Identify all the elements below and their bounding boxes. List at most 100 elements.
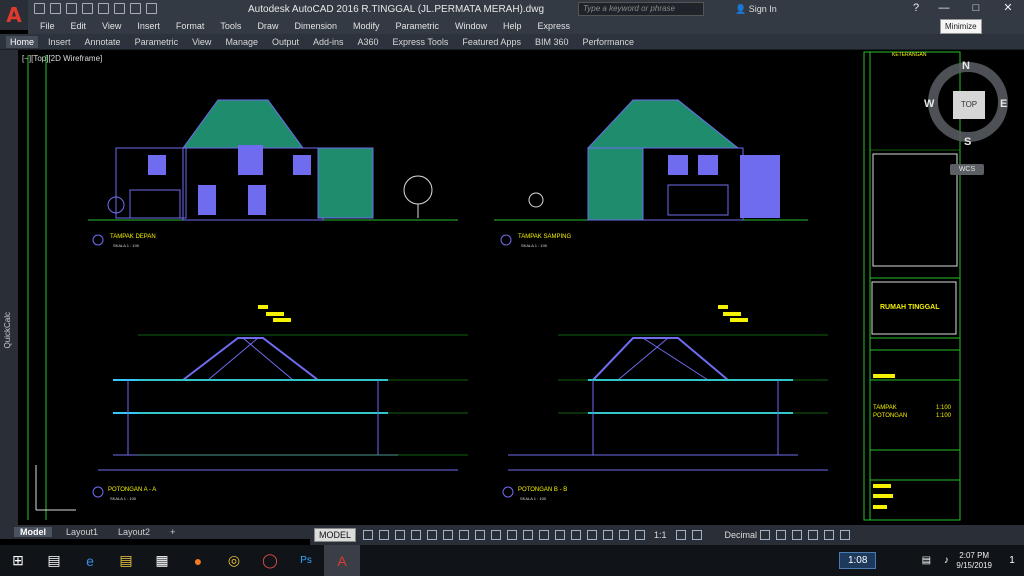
volume-icon[interactable]: ♪ bbox=[936, 545, 956, 576]
new-icon[interactable] bbox=[34, 3, 45, 14]
menu-edit[interactable]: Edit bbox=[71, 21, 87, 31]
clock[interactable]: 2:07 PM 9/15/2019 bbox=[956, 551, 992, 571]
workspace-gear-icon[interactable] bbox=[675, 530, 686, 540]
selection-filter-icon[interactable] bbox=[587, 530, 598, 540]
plus-icon[interactable] bbox=[691, 530, 702, 540]
close-button[interactable]: ✕ bbox=[992, 0, 1024, 18]
undo-icon[interactable] bbox=[130, 3, 141, 14]
tab-performance[interactable]: Performance bbox=[582, 37, 634, 47]
quickcalc-palette[interactable]: QuickCalc bbox=[0, 50, 18, 525]
edge-icon[interactable]: e bbox=[72, 545, 108, 576]
tab-express-tools[interactable]: Express Tools bbox=[393, 37, 449, 47]
customization-icon[interactable] bbox=[840, 530, 851, 540]
snap-icon[interactable] bbox=[379, 530, 390, 540]
model-space-button[interactable]: MODEL bbox=[314, 528, 357, 542]
viewcube-east[interactable]: E bbox=[1000, 98, 1007, 110]
help-search-input[interactable]: Type a keyword or phrase bbox=[578, 2, 704, 16]
tab-layout1[interactable]: Layout1 bbox=[60, 527, 104, 537]
3d-osnap-icon[interactable] bbox=[555, 530, 566, 540]
infer-constraints-icon[interactable] bbox=[395, 530, 406, 540]
start-icon[interactable]: ⊞ bbox=[0, 545, 36, 576]
drawing-canvas[interactable]: [−][Top][2D Wireframe] TAMPAK DEPAN SKAL… bbox=[18, 50, 1024, 525]
tab-layout2[interactable]: Layout2 bbox=[112, 527, 156, 537]
menu-dimension[interactable]: Dimension bbox=[294, 21, 337, 31]
add-layout-button[interactable]: + bbox=[164, 527, 181, 537]
units-dropdown[interactable]: Decimal bbox=[725, 530, 758, 540]
tab-model[interactable]: Model bbox=[14, 527, 52, 537]
save-icon[interactable] bbox=[66, 3, 77, 14]
photoshop-icon[interactable]: Ps bbox=[288, 545, 324, 576]
scale-section-b: SKALA 1 : 100 bbox=[520, 496, 547, 501]
annotation-visibility-icon[interactable] bbox=[619, 530, 630, 540]
print-icon[interactable] bbox=[98, 3, 109, 14]
open-icon[interactable] bbox=[50, 3, 61, 14]
lineweight-icon[interactable] bbox=[507, 530, 518, 540]
store-icon[interactable]: ▦ bbox=[144, 545, 180, 576]
tab-parametric[interactable]: Parametric bbox=[135, 37, 179, 47]
annotation-scale[interactable]: 1:1 bbox=[654, 530, 667, 540]
object-snap-tracking-icon[interactable] bbox=[475, 530, 486, 540]
notification-icon[interactable]: 1 bbox=[1000, 545, 1024, 576]
gizmo-icon[interactable] bbox=[603, 530, 614, 540]
menu-draw[interactable]: Draw bbox=[257, 21, 278, 31]
help-icon[interactable]: ? bbox=[904, 0, 928, 18]
menu-help[interactable]: Help bbox=[503, 21, 522, 31]
time-widget[interactable]: 1:08 bbox=[838, 552, 877, 569]
autocad-taskbar-icon[interactable]: A bbox=[324, 545, 360, 576]
tab-a360[interactable]: A360 bbox=[358, 37, 379, 47]
menu-window[interactable]: Window bbox=[455, 21, 487, 31]
polar-tracking-icon[interactable] bbox=[443, 530, 454, 540]
menu-view[interactable]: View bbox=[102, 21, 121, 31]
tab-bim-360[interactable]: BIM 360 bbox=[535, 37, 569, 47]
redo-icon[interactable] bbox=[146, 3, 157, 14]
label-tampak-depan: TAMPAK DEPAN bbox=[110, 234, 156, 240]
menu-parametric[interactable]: Parametric bbox=[396, 21, 440, 31]
tab-insert[interactable]: Insert bbox=[48, 37, 71, 47]
application-menu-button[interactable]: A bbox=[0, 0, 28, 30]
clean-screen-icon[interactable] bbox=[824, 530, 835, 540]
minimize-button[interactable]: — bbox=[928, 0, 960, 18]
tab-add-ins[interactable]: Add-ins bbox=[313, 37, 344, 47]
chrome-icon[interactable]: ◎ bbox=[216, 545, 252, 576]
object-snap-icon[interactable] bbox=[491, 530, 502, 540]
menu-format[interactable]: Format bbox=[176, 21, 205, 31]
task-view-icon[interactable]: ▤ bbox=[36, 545, 72, 576]
auto-scale-icon[interactable] bbox=[635, 530, 646, 540]
hardware-acceleration-icon[interactable] bbox=[808, 530, 819, 540]
maximize-button[interactable]: □ bbox=[960, 0, 992, 18]
quick-properties-icon[interactable] bbox=[760, 530, 771, 540]
menu-insert[interactable]: Insert bbox=[137, 21, 160, 31]
plot-icon[interactable] bbox=[114, 3, 125, 14]
menu-express[interactable]: Express bbox=[538, 21, 571, 31]
menu-modify[interactable]: Modify bbox=[353, 21, 380, 31]
viewcube-west[interactable]: W bbox=[924, 98, 934, 110]
isometric-icon[interactable] bbox=[459, 530, 470, 540]
firefox-icon[interactable]: ● bbox=[180, 545, 216, 576]
viewcube-north[interactable]: N bbox=[962, 60, 970, 72]
transparency-icon[interactable] bbox=[523, 530, 534, 540]
network-icon[interactable]: ▤ bbox=[916, 545, 936, 576]
tab-featured-apps[interactable]: Featured Apps bbox=[462, 37, 521, 47]
wcs-menu[interactable]: WCS bbox=[950, 164, 984, 175]
sign-in-label: Sign In bbox=[748, 4, 777, 14]
tab-home[interactable]: Home bbox=[6, 35, 39, 48]
tab-view[interactable]: View bbox=[192, 37, 211, 47]
menu-tools[interactable]: Tools bbox=[220, 21, 241, 31]
isolate-objects-icon[interactable] bbox=[792, 530, 803, 540]
tab-manage[interactable]: Manage bbox=[225, 37, 258, 47]
tab-output[interactable]: Output bbox=[272, 37, 299, 47]
lock-ui-icon[interactable] bbox=[776, 530, 787, 540]
ortho-icon[interactable] bbox=[427, 530, 438, 540]
viewcube-south[interactable]: S bbox=[964, 136, 971, 148]
save-as-icon[interactable] bbox=[82, 3, 93, 14]
app-icon[interactable]: ◯ bbox=[252, 545, 288, 576]
dynamic-input-icon[interactable] bbox=[411, 530, 422, 540]
grid-icon[interactable] bbox=[363, 530, 374, 540]
file-explorer-icon[interactable]: ▤ bbox=[108, 545, 144, 576]
tab-annotate[interactable]: Annotate bbox=[85, 37, 121, 47]
dynamic-ucs-icon[interactable] bbox=[571, 530, 582, 540]
sign-in-button[interactable]: 👤 Sign In bbox=[735, 4, 777, 15]
viewcube-top-face[interactable]: TOP bbox=[953, 91, 985, 119]
selection-cycling-icon[interactable] bbox=[539, 530, 550, 540]
menu-file[interactable]: File bbox=[40, 21, 55, 31]
